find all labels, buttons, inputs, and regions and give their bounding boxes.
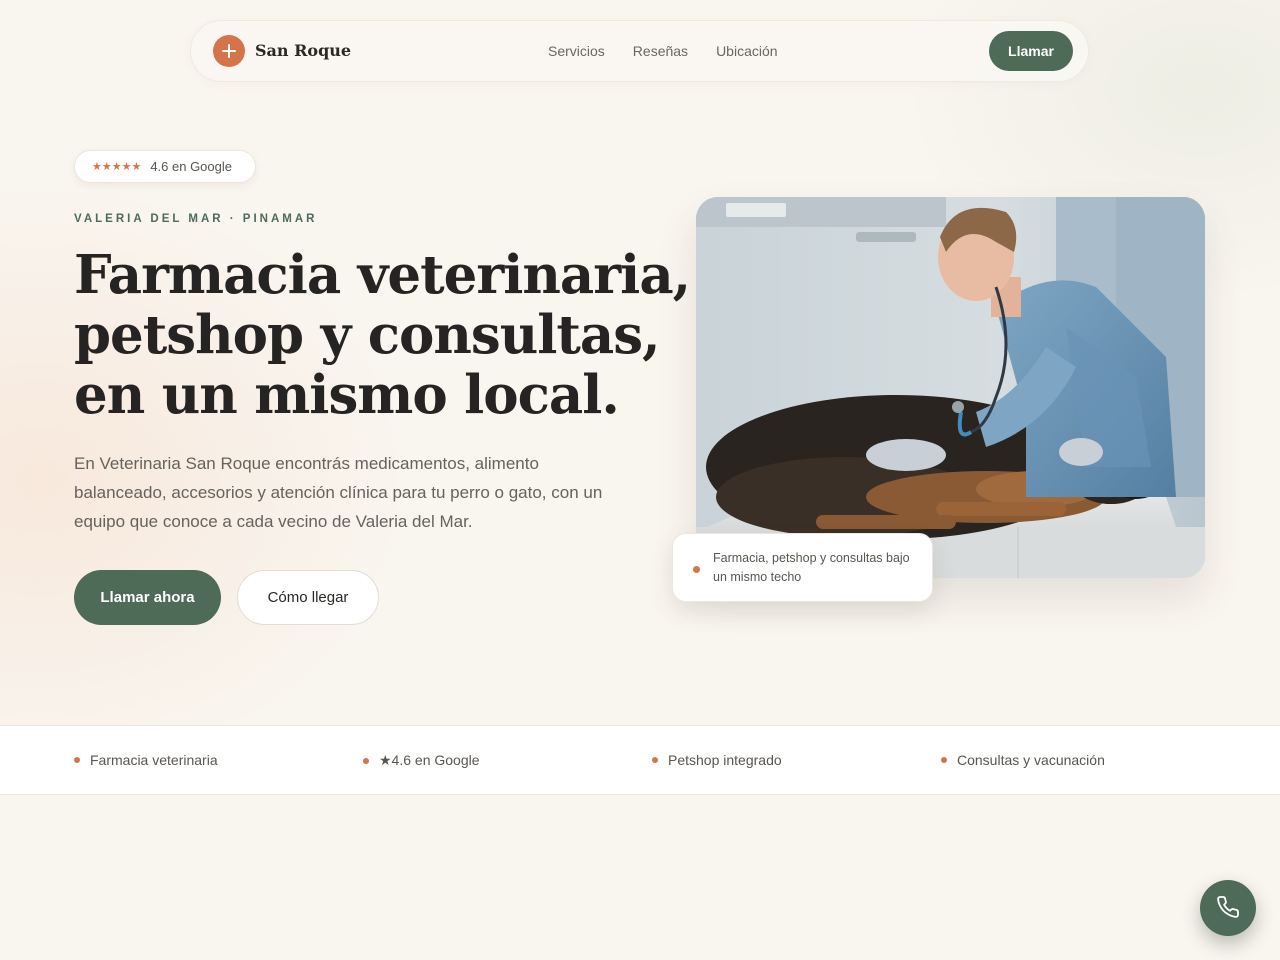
feature-dot <box>74 757 80 763</box>
feature-label: Consultas y vacunación <box>957 752 1105 768</box>
hero-headline: Farmacia veterinaria, petshop y consulta… <box>74 244 691 426</box>
directions-button[interactable]: Cómo llegar <box>237 570 379 625</box>
rating-badge: ★★★★★ 4.6 en Google <box>74 150 256 183</box>
top-nav: San Roque Servicios Reseñas Ubicación Ll… <box>190 20 1089 82</box>
plus-icon[interactable] <box>213 35 245 67</box>
feature-label: Farmacia veterinaria <box>90 752 218 768</box>
stars-icon: ★★★★★ <box>92 161 142 173</box>
headline-line: Farmacia veterinaria, <box>74 244 691 306</box>
feature-dot <box>363 757 369 764</box>
photo-caption-card: Farmacia, petshop y consultas bajo un mi… <box>672 533 933 602</box>
nav-link-servicios[interactable]: Servicios <box>548 43 605 59</box>
hero-description: En Veterinaria San Roque encontrás medic… <box>74 454 603 531</box>
phone-icon <box>1216 895 1240 922</box>
feature-label: ★4.6 en Google <box>379 752 480 768</box>
feature-item: Farmacia veterinaria <box>74 752 218 768</box>
brand-name[interactable]: San Roque <box>255 41 351 60</box>
headline-line: en un mismo local. <box>74 364 620 426</box>
feature-dot <box>941 757 947 763</box>
location-eyebrow: VALERIA DEL MAR · PINAMAR <box>74 213 318 225</box>
feature-item: Petshop integrado <box>652 752 782 768</box>
nav-links: Servicios Reseñas Ubicación <box>548 43 778 59</box>
floating-call-button[interactable] <box>1200 880 1256 936</box>
nav-link-resenas[interactable]: Reseñas <box>633 43 688 59</box>
headline-line: petshop y consultas, <box>74 304 661 366</box>
call-now-button[interactable]: Llamar ahora <box>74 570 221 625</box>
nav-link-ubicacion[interactable]: Ubicación <box>716 43 777 59</box>
rating-text: 4.6 en Google <box>150 159 232 174</box>
feature-strip: Farmacia veterinaria ★4.6 en Google Pets… <box>0 725 1280 795</box>
feature-dot <box>652 757 658 763</box>
caption-text: Farmacia, petshop y consultas bajo un mi… <box>713 551 910 584</box>
caption-dot <box>693 566 700 573</box>
feature-label: Petshop integrado <box>668 752 782 768</box>
hero-photo-vet-with-dog <box>696 197 1205 578</box>
feature-item: Consultas y vacunación <box>941 752 1105 768</box>
nav-call-button[interactable]: Llamar <box>989 31 1073 71</box>
feature-item: ★4.6 en Google <box>363 752 480 769</box>
